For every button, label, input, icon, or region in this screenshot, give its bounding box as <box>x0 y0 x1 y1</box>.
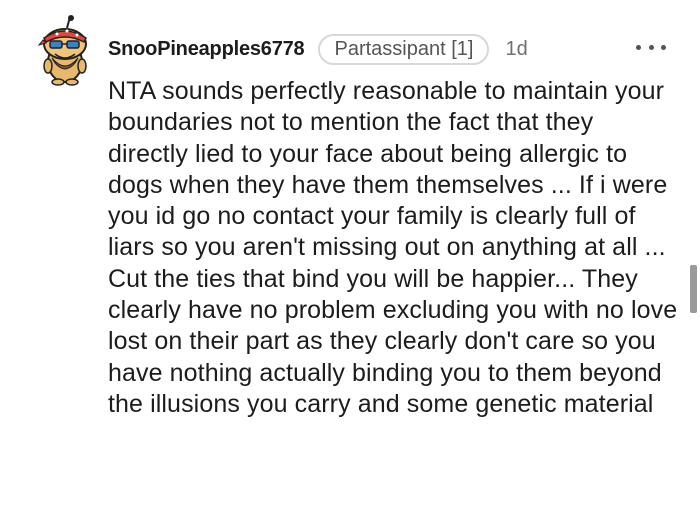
snoo-avatar-icon[interactable] <box>37 14 95 86</box>
more-dot <box>636 44 641 50</box>
comment-body: NTA sounds perfectly reasonable to maint… <box>108 77 678 418</box>
username-link[interactable]: SnooPineapples6778 <box>108 38 305 61</box>
comment: SnooPineapples6778 Partassipant [1] 1d N… <box>0 0 700 511</box>
more-options-icon[interactable] <box>636 38 666 56</box>
comment-age: 1d <box>505 37 528 60</box>
more-dot <box>648 44 654 50</box>
scrollbar-thumb[interactable] <box>690 265 697 313</box>
more-dot <box>661 44 666 50</box>
user-flair-badge: Partassipant [1] <box>318 33 490 65</box>
comment-header: SnooPineapples6778 Partassipant [1] 1d <box>108 32 528 66</box>
